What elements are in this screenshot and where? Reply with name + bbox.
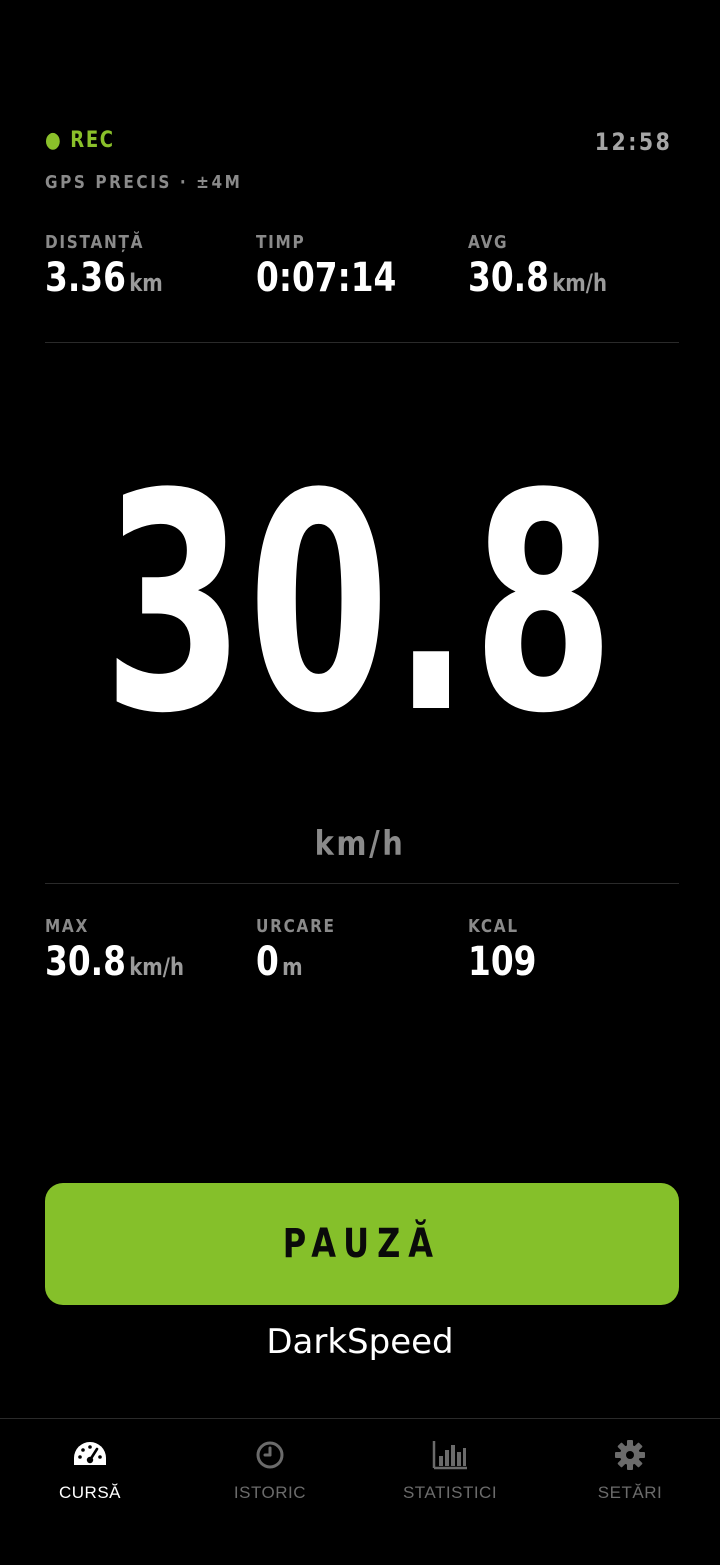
speedometer-icon — [74, 1442, 106, 1465]
stat-unit: km/h — [129, 953, 185, 981]
nav-item-statistics[interactable]: STATISTICI — [360, 1419, 540, 1565]
stat-distance: DISTANȚĂ 3.36 km — [45, 232, 189, 301]
stat-label: DISTANȚĂ — [45, 232, 145, 253]
stat-value: 30.8 km/h — [45, 939, 184, 985]
divider — [45, 883, 679, 884]
nav-label: STATISTICI — [402, 1483, 498, 1502]
divider — [45, 342, 679, 343]
pause-button-label: PAUZĂ — [282, 1221, 442, 1267]
stat-unit: km — [129, 269, 163, 297]
stat-number: 0 — [256, 939, 279, 985]
stat-number: 0:07:14 — [256, 255, 397, 301]
nav-label: ISTORIC — [233, 1483, 307, 1502]
bottom-nav: CURSĂ ISTORIC STATISTICI SETĂRI — [0, 1418, 720, 1565]
stat-unit: km/h — [552, 269, 608, 297]
stat-average: AVG 30.8 km/h — [468, 232, 638, 301]
stat-value: 0:07:14 — [256, 255, 400, 301]
speed-value: 30.8 — [102, 430, 618, 779]
nav-label: CURSĂ — [58, 1483, 121, 1502]
stat-time: TIMP 0:07:14 — [256, 232, 431, 301]
stat-number: 30.8 — [45, 939, 126, 985]
stat-unit: m — [282, 953, 303, 981]
nav-item-ride[interactable]: CURSĂ — [0, 1419, 180, 1565]
stat-label: TIMP — [256, 232, 306, 253]
stat-value: 30.8 km/h — [468, 255, 607, 301]
clock: 12:58 — [594, 128, 672, 156]
recording-indicator: ● REC — [45, 128, 115, 153]
stat-climb: URCARE 0m — [256, 916, 350, 985]
gear-icon — [615, 1440, 645, 1470]
nav-item-settings[interactable]: SETĂRI — [540, 1419, 720, 1565]
stat-label: URCARE — [256, 916, 336, 937]
stat-number: 109 — [468, 939, 537, 985]
clock-icon — [256, 1441, 284, 1469]
stat-label: MAX — [45, 916, 89, 937]
stat-max: MAX 30.8 km/h — [45, 916, 215, 985]
pause-button[interactable]: PAUZĂ — [45, 1183, 679, 1305]
stat-label: KCAL — [468, 916, 519, 937]
bar-chart-icon — [432, 1441, 467, 1470]
speed-display: 30.8 — [0, 440, 720, 770]
nav-label: SETĂRI — [597, 1483, 663, 1502]
speed-unit: km/h — [314, 824, 406, 864]
stat-value: 109 — [468, 939, 540, 985]
stat-value: 3.36 km — [45, 255, 163, 301]
stat-value: 0m — [256, 939, 333, 985]
nav-item-history[interactable]: ISTORIC — [180, 1419, 360, 1565]
stat-number: 30.8 — [468, 255, 549, 301]
stat-label: AVG — [468, 232, 509, 253]
stat-kcal: KCAL 109 — [468, 916, 556, 985]
brand-name: DarkSpeed — [266, 1322, 454, 1362]
stat-number: 3.36 — [45, 255, 126, 301]
gps-status: GPS PRECIS · ±4M — [45, 172, 243, 193]
